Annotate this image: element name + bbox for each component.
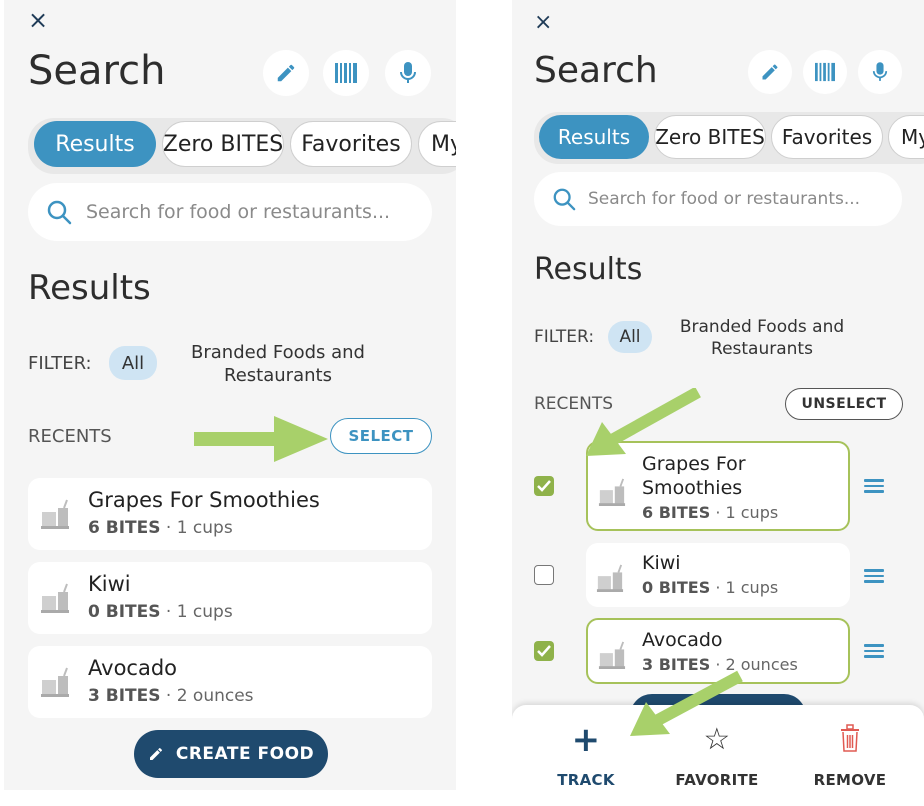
filter-branded-line1: Branded Foods and xyxy=(191,342,365,363)
barcode-button[interactable] xyxy=(803,50,847,94)
tab-my[interactable]: My xyxy=(888,115,924,159)
voice-button[interactable] xyxy=(858,50,902,94)
page-title: Search xyxy=(28,48,166,94)
food-icon xyxy=(41,499,69,529)
search-icon xyxy=(553,188,576,211)
voice-button[interactable] xyxy=(385,50,431,96)
food-icon xyxy=(596,564,624,592)
drag-handle-icon[interactable] xyxy=(864,641,884,661)
tab-favorites[interactable]: Favorites xyxy=(290,121,412,167)
tab-results[interactable]: Results xyxy=(539,115,649,159)
food-bites: 6 BITES xyxy=(642,503,711,522)
tab-my[interactable]: My xyxy=(418,121,456,167)
food-amount: · 2 ounces xyxy=(165,686,254,706)
drag-handle-icon[interactable] xyxy=(864,476,884,496)
recents-label: RECENTS xyxy=(28,426,112,447)
search-icon xyxy=(47,200,72,225)
food-name: Avocado xyxy=(642,629,723,651)
food-bites: 0 BITES xyxy=(642,578,711,597)
arrow-annotation xyxy=(586,388,701,456)
select-button[interactable]: SELECT xyxy=(330,418,432,454)
arrow-annotation xyxy=(194,416,328,462)
tab-results[interactable]: Results xyxy=(34,121,156,167)
barcode-button[interactable] xyxy=(323,50,369,96)
create-food-button[interactable]: CREATE FOOD xyxy=(134,730,328,778)
right-screen: × Search Results Zero BITES Favorites My… xyxy=(512,0,924,806)
food-amount: · 1 cups xyxy=(715,578,779,597)
food-amount: · 1 cups xyxy=(165,602,233,622)
filter-all-chip[interactable]: All xyxy=(608,321,652,353)
filter-label: FILTER: xyxy=(534,327,595,347)
barcode-icon xyxy=(815,62,835,82)
food-item[interactable]: Kiwi 0 BITES · 1 cups xyxy=(28,562,432,634)
food-item[interactable]: Grapes For Smoothies 6 BITES · 1 cups xyxy=(28,478,432,550)
food-name: Grapes For Smoothies xyxy=(88,488,320,512)
plus-icon: + xyxy=(571,720,601,760)
remove-label: REMOVE xyxy=(813,771,887,789)
section-title: Results xyxy=(28,268,151,308)
food-icon xyxy=(598,641,626,669)
food-icon xyxy=(41,667,69,697)
food-amount: · 1 cups xyxy=(715,503,779,522)
food-name: Avocado xyxy=(88,656,178,680)
microphone-icon xyxy=(400,62,416,83)
food-name: Kiwi xyxy=(88,572,131,596)
check-icon xyxy=(537,480,551,492)
search-placeholder: Search for food or restaurants... xyxy=(588,189,861,209)
left-screen: × Search Results Zero BITES Favorites My… xyxy=(4,0,456,790)
filter-all-chip[interactable]: All xyxy=(109,346,157,380)
food-checkbox-checked[interactable] xyxy=(534,641,554,661)
close-icon[interactable]: × xyxy=(28,8,48,32)
food-item[interactable]: Kiwi 0 BITES · 1 cups xyxy=(586,543,850,607)
food-name: Kiwi xyxy=(642,552,681,574)
search-placeholder: Search for food or restaurants... xyxy=(86,201,391,223)
search-input[interactable]: Search for food or restaurants... xyxy=(28,183,432,241)
food-icon xyxy=(41,583,69,613)
tab-favorites[interactable]: Favorites xyxy=(771,115,883,159)
microphone-icon xyxy=(872,62,888,81)
filter-branded-line1: Branded Foods and xyxy=(679,317,845,337)
drag-handle-icon[interactable] xyxy=(864,566,884,586)
food-icon xyxy=(598,478,626,506)
close-icon[interactable]: × xyxy=(534,12,552,34)
search-input[interactable]: Search for food or restaurants... xyxy=(534,172,902,226)
track-button[interactable]: + TRACK xyxy=(552,723,620,789)
food-checkbox-unchecked[interactable] xyxy=(534,565,554,585)
track-label: TRACK xyxy=(557,771,615,789)
food-bites: 0 BITES xyxy=(88,602,161,622)
filter-branded-line2: Restaurants xyxy=(224,365,332,386)
trash-icon xyxy=(841,724,859,752)
page-title: Search xyxy=(534,50,658,91)
barcode-icon xyxy=(335,63,357,83)
filter-branded-option[interactable]: Branded Foods and Restaurants xyxy=(178,341,378,387)
food-bites: 3 BITES xyxy=(88,686,161,706)
tab-bar: Results Zero BITES Favorites My xyxy=(28,118,456,174)
food-checkbox-checked[interactable] xyxy=(534,476,554,496)
tab-zero-bites[interactable]: Zero BITES xyxy=(654,115,766,159)
arrow-annotation xyxy=(630,670,743,736)
edit-button[interactable] xyxy=(748,50,792,94)
filter-branded-option[interactable]: Branded Foods and Restaurants xyxy=(664,316,860,360)
pencil-icon xyxy=(277,64,295,82)
check-icon xyxy=(537,645,551,657)
filter-branded-line2: Restaurants xyxy=(711,339,813,359)
create-food-label: CREATE FOOD xyxy=(175,744,315,764)
tab-bar: Results Zero BITES Favorites My xyxy=(534,112,924,164)
remove-button[interactable]: REMOVE xyxy=(808,723,892,789)
food-amount: · 1 cups xyxy=(165,518,233,538)
food-name-line2: Smoothies xyxy=(642,477,743,499)
unselect-button[interactable]: UNSELECT xyxy=(785,388,903,420)
pencil-icon xyxy=(762,64,778,80)
edit-button[interactable] xyxy=(263,50,309,96)
food-item[interactable]: Avocado 3 BITES · 2 ounces xyxy=(28,646,432,718)
food-bites: 6 BITES xyxy=(88,518,161,538)
favorite-label: FAVORITE xyxy=(675,771,759,789)
filter-label: FILTER: xyxy=(28,353,92,374)
section-title: Results xyxy=(534,252,643,287)
tab-zero-bites[interactable]: Zero BITES xyxy=(162,121,284,167)
pencil-icon xyxy=(149,747,162,760)
